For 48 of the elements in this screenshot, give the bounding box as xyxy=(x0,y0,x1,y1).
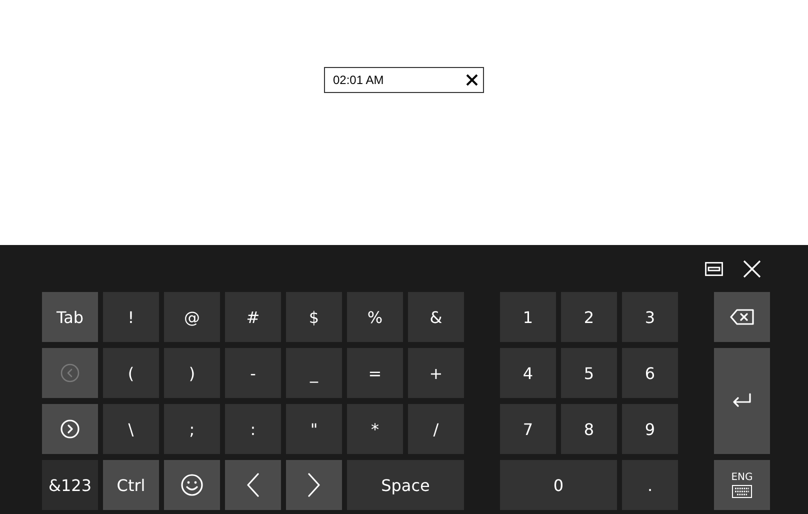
mode-key[interactable]: &123 xyxy=(42,460,98,510)
key[interactable]: . xyxy=(622,460,678,510)
dock-icon xyxy=(705,262,723,276)
enter-icon xyxy=(732,393,752,409)
key[interactable]: \ xyxy=(103,404,159,454)
wide-key[interactable]: 0 xyxy=(500,460,617,510)
smiley-icon xyxy=(180,473,204,497)
clear-icon[interactable] xyxy=(466,74,478,86)
key[interactable]: ) xyxy=(164,348,220,398)
key[interactable]: 7 xyxy=(500,404,556,454)
language-key[interactable]: ENG xyxy=(714,460,770,510)
key[interactable]: * xyxy=(347,404,403,454)
key[interactable]: # xyxy=(225,292,281,342)
emoji-key[interactable] xyxy=(164,460,220,510)
key[interactable]: @ xyxy=(164,292,220,342)
time-field[interactable]: 02:01 AM xyxy=(324,67,484,93)
function-key[interactable]: Ctrl xyxy=(103,460,159,510)
key[interactable]: ; xyxy=(164,404,220,454)
wide-key[interactable]: Space xyxy=(347,460,464,510)
forward-key[interactable] xyxy=(42,404,98,454)
key[interactable]: ( xyxy=(103,348,159,398)
key[interactable]: + xyxy=(408,348,464,398)
forward-circle-icon xyxy=(60,419,80,439)
close-icon xyxy=(743,260,761,278)
key[interactable]: : xyxy=(225,404,281,454)
key[interactable]: 5 xyxy=(561,348,617,398)
key[interactable]: % xyxy=(347,292,403,342)
key[interactable]: 1 xyxy=(500,292,556,342)
key[interactable]: 2 xyxy=(561,292,617,342)
key[interactable]: 3 xyxy=(622,292,678,342)
key[interactable]: " xyxy=(286,404,342,454)
key[interactable]: ! xyxy=(103,292,159,342)
back-circle-icon xyxy=(60,363,80,383)
key[interactable]: $ xyxy=(286,292,342,342)
key[interactable]: 9 xyxy=(622,404,678,454)
key[interactable]: / xyxy=(408,404,464,454)
key[interactable]: 4 xyxy=(500,348,556,398)
key[interactable]: - xyxy=(225,348,281,398)
function-key[interactable]: Tab xyxy=(42,292,98,342)
key[interactable]: _ xyxy=(286,348,342,398)
backspace-key[interactable] xyxy=(714,292,770,342)
key[interactable]: 6 xyxy=(622,348,678,398)
keyboard-icon xyxy=(732,485,752,498)
key[interactable]: = xyxy=(347,348,403,398)
key[interactable]: 8 xyxy=(561,404,617,454)
backspace-icon xyxy=(730,309,754,325)
language-label: ENG xyxy=(731,472,753,483)
key[interactable]: & xyxy=(408,292,464,342)
